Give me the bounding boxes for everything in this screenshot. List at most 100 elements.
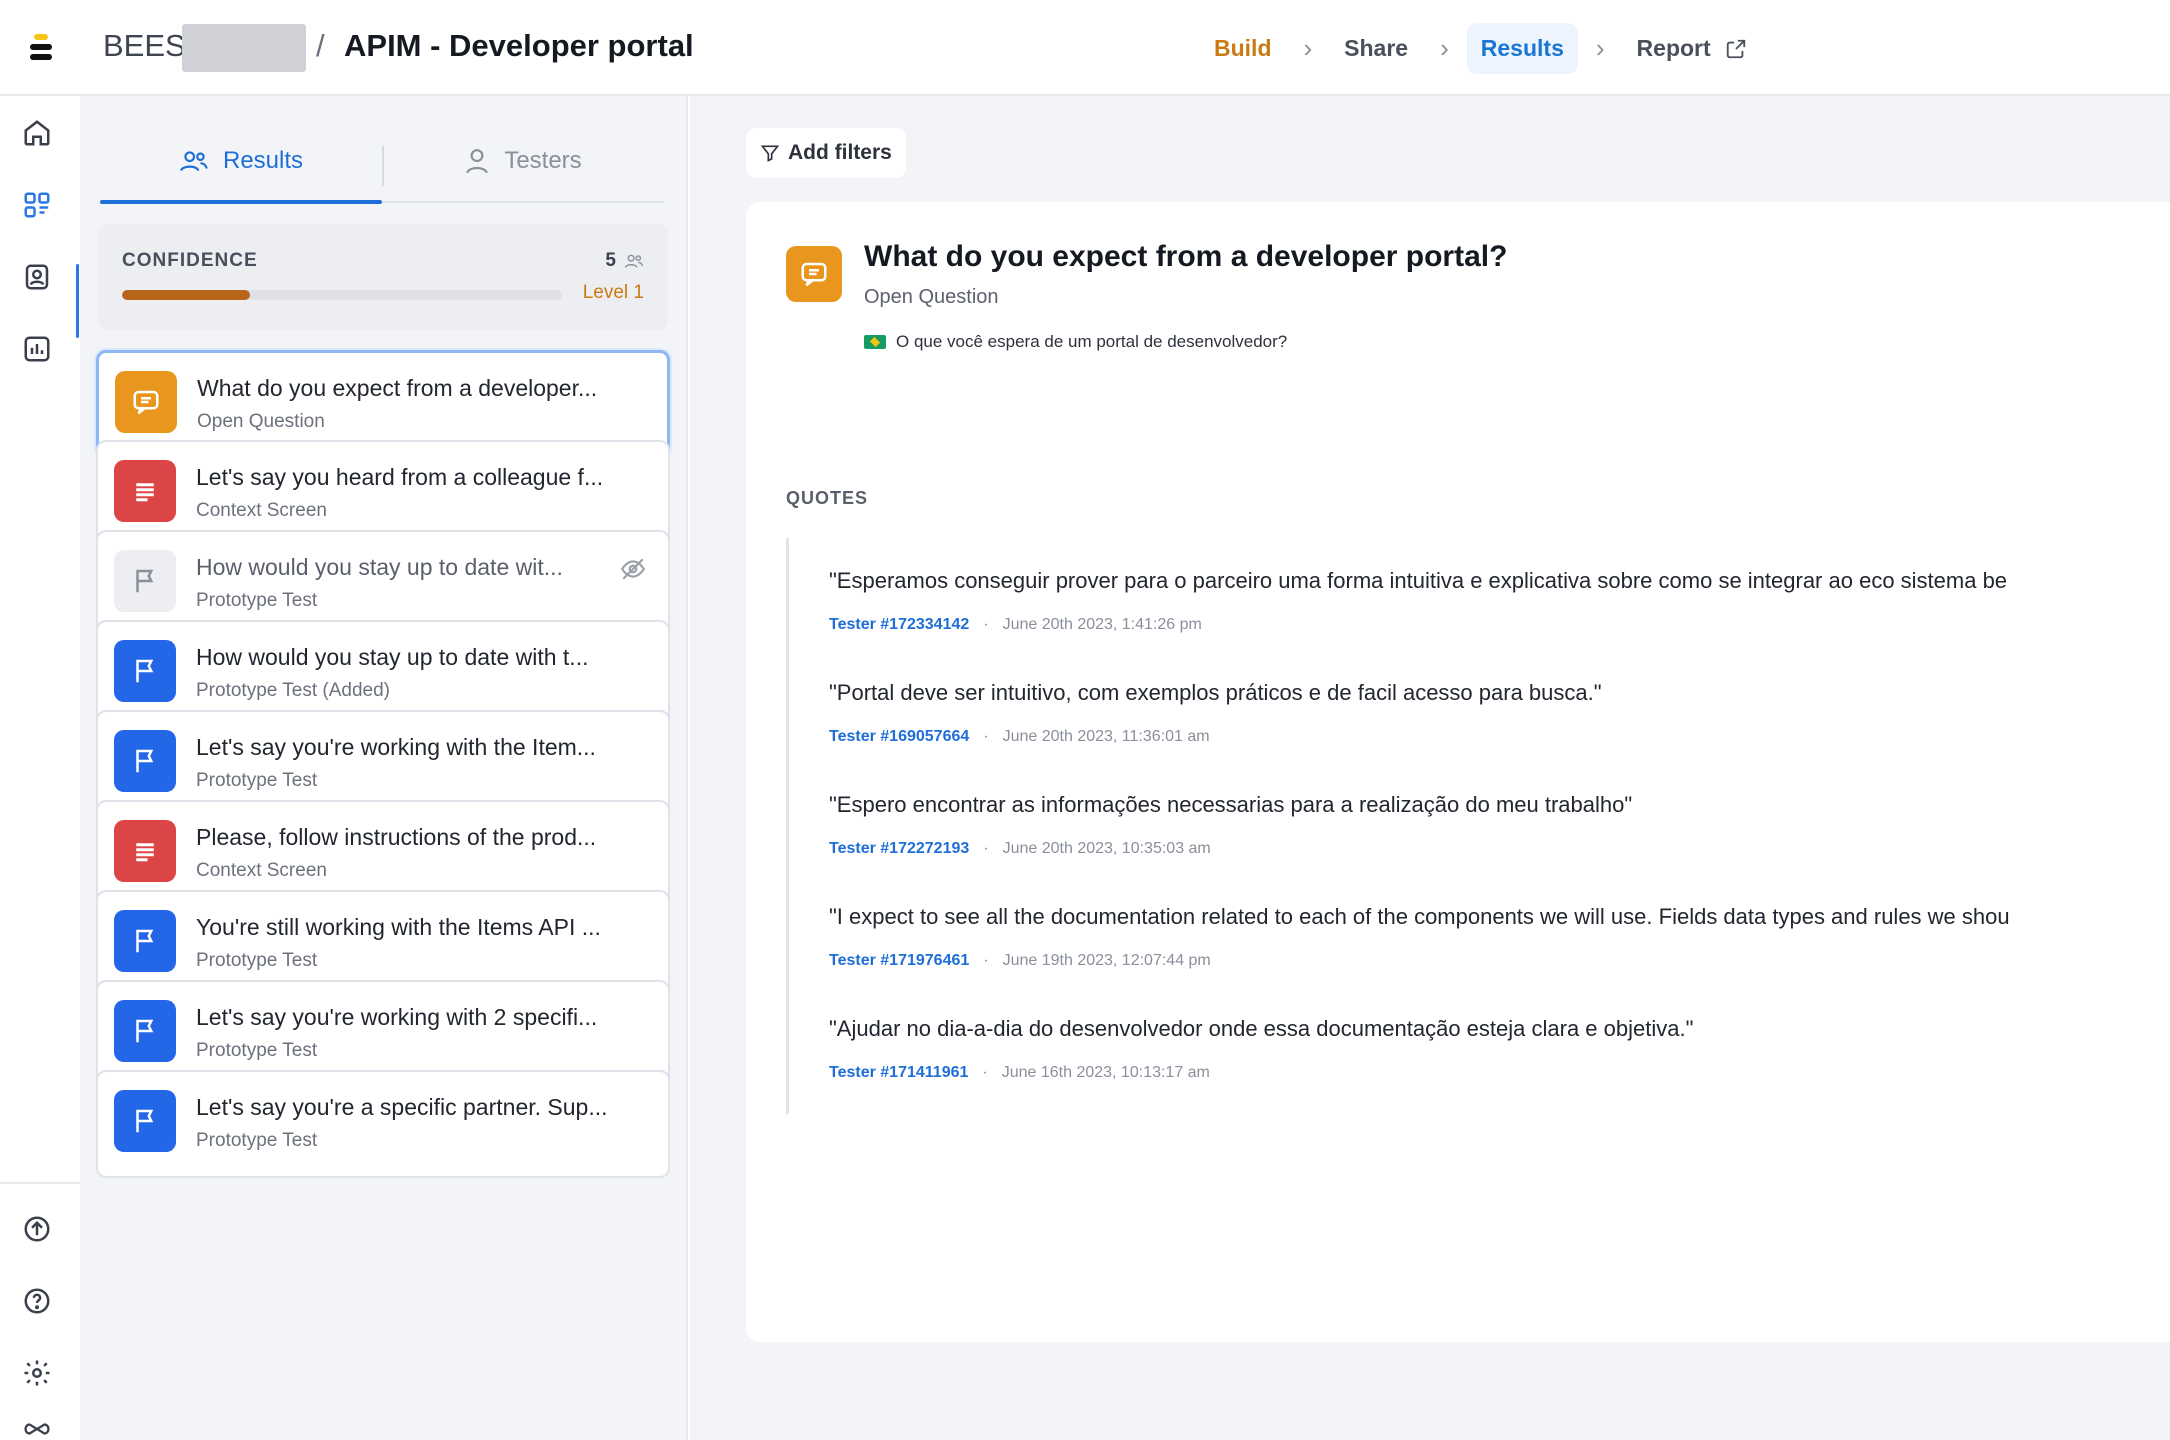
tester-count-value: 5 <box>605 250 616 271</box>
breadcrumb-separator: / <box>316 28 325 63</box>
confidence-card: CONFIDENCE 5 Level 1 <box>98 224 668 330</box>
quotes-heading: QUOTES <box>786 488 869 508</box>
text-lines-icon <box>114 820 176 882</box>
workflow-steps: Build › Share › Results › Report <box>1200 22 1761 74</box>
flag-icon <box>114 640 176 702</box>
step-results[interactable]: Results <box>1466 22 1578 74</box>
quote-text: "Espero encontrar as informações necessa… <box>829 792 1633 817</box>
step-build[interactable]: Build <box>1200 23 1286 74</box>
tab-results-label: Results <box>222 147 304 174</box>
question-card[interactable]: Let's say you're a specific partner. Sup… <box>96 1070 670 1178</box>
user-icon <box>466 149 489 174</box>
step-report[interactable]: Report <box>1623 23 1762 74</box>
question-card-title: Let's say you're a specific partner. Sup… <box>196 1094 608 1120</box>
question-card-type: Context Screen <box>196 860 327 881</box>
question-type: Open Question <box>864 286 999 308</box>
question-card-type: Context Screen <box>196 500 327 521</box>
quote-tester-link[interactable]: Tester #172272193 <box>829 840 969 858</box>
active-tab-underline <box>100 200 382 204</box>
flag-icon <box>114 550 176 612</box>
tab-testers[interactable]: Testers <box>382 120 664 202</box>
question-results-card: What do you expect from a developer port… <box>746 202 2170 1342</box>
quote-meta: Tester #171411961 · June 16th 2023, 10:13:… <box>829 1064 1210 1082</box>
upload-icon[interactable] <box>20 1212 54 1246</box>
quote-item: "Portal deve ser intuitivo, com exemplos… <box>786 650 2170 778</box>
quote-tester-link[interactable]: Tester #172334142 <box>829 616 969 634</box>
settings-icon[interactable] <box>20 1356 54 1390</box>
meta-separator: · <box>983 952 989 969</box>
question-card-title: How would you stay up to date with t... <box>196 644 589 670</box>
confidence-level: Level 1 <box>582 282 644 303</box>
quote-tester-link[interactable]: Tester #171976461 <box>829 952 969 970</box>
quote-text: "Esperamos conseguir prover para o parce… <box>829 568 2008 593</box>
tab-testers-label: Testers <box>504 147 582 174</box>
step-share[interactable]: Share <box>1330 23 1422 74</box>
question-card-title: Let's say you're working with the Item..… <box>196 734 596 760</box>
quote-date: June 20th 2023, 11:36:01 am <box>1002 728 1210 745</box>
add-filters-label: Add filters <box>788 141 892 164</box>
confidence-label: CONFIDENCE <box>122 250 258 271</box>
question-card-title: Let's say you're working with 2 specifi.… <box>196 1004 598 1030</box>
quote-item: "Espero encontrar as informações necessa… <box>786 762 2170 890</box>
quote-text: "Ajudar no dia-a-dia do desenvolvedor on… <box>829 1016 1694 1041</box>
quote-item: "I expect to see all the documentation r… <box>786 874 2170 1002</box>
question-card-type: Prototype Test <box>196 590 318 611</box>
quote-tester-link[interactable]: Tester #171411961 <box>829 1064 968 1082</box>
text-lines-icon <box>114 460 176 522</box>
chevron-right-icon: › <box>1595 32 1605 63</box>
results-main: Add filters What do you expect from a de… <box>690 96 2170 1440</box>
chevron-right-icon: › <box>1440 32 1449 63</box>
nav-rail <box>0 96 80 1440</box>
meta-separator: · <box>983 840 989 857</box>
quote-date: June 20th 2023, 1:41:26 pm <box>1002 616 1202 633</box>
meta-separator: · <box>983 728 989 745</box>
question-translation: O que você espera de um portal de desenv… <box>864 332 1287 352</box>
message-icon <box>786 246 842 302</box>
meta-separator: · <box>982 1064 988 1081</box>
quote-text: "I expect to see all the documentation r… <box>829 904 2010 929</box>
users-icon <box>180 151 208 172</box>
confidence-progress-fill <box>122 290 250 300</box>
question-card-type: Prototype Test (Added) <box>196 680 390 701</box>
question-card-title: What do you expect from a developer... <box>197 375 598 401</box>
question-card-title: Please, follow instructions of the prod.… <box>196 824 597 850</box>
quote-meta: Tester #172334142 · June 20th 2023, 1:41:2… <box>829 616 1202 634</box>
breadcrumb-org[interactable]: BEES <box>103 28 186 64</box>
eye-off-icon[interactable] <box>618 556 648 587</box>
quote-date: June 16th 2023, 10:13:17 am <box>1001 1064 1210 1081</box>
chevron-right-icon: › <box>1303 32 1313 63</box>
help-icon[interactable] <box>20 1284 54 1318</box>
external-link-icon <box>1726 40 1746 59</box>
quote-item: "Ajudar no dia-a-dia do desenvolvedor on… <box>786 986 2170 1114</box>
question-title: What do you expect from a developer port… <box>864 240 1508 273</box>
step-report-label: Report <box>1636 34 1711 61</box>
page-title: APIM - Developer portal <box>344 28 694 63</box>
flag-icon <box>114 730 176 792</box>
add-filters-button[interactable]: Add filters <box>746 128 906 178</box>
contacts-icon[interactable] <box>20 260 54 294</box>
results-sidebar: Results Testers CONFIDENCE 5 Level 1 Wha… <box>80 96 688 1440</box>
translation-text: O que você espera de um portal de desenv… <box>896 332 1288 351</box>
bees-logo[interactable] <box>20 30 62 66</box>
analytics-icon[interactable] <box>20 332 54 366</box>
question-card-type: Prototype Test <box>196 950 318 971</box>
message-icon <box>115 371 177 433</box>
quote-item: "Esperamos conseguir prover para o parce… <box>786 538 2170 666</box>
redacted-breadcrumb <box>182 24 306 72</box>
question-card-type: Prototype Test <box>196 770 318 791</box>
quote-tester-link[interactable]: Tester #169057664 <box>829 728 969 746</box>
question-card-type: Open Question <box>197 411 325 432</box>
question-card-title: Let's say you heard from a colleague f..… <box>196 464 604 490</box>
quote-meta: Tester #169057664 · June 20th 2023, 11:36:… <box>829 728 1210 746</box>
quote-text: "Portal deve ser intuitivo, com exemplos… <box>829 680 1602 705</box>
filter-icon <box>760 145 780 162</box>
quote-meta: Tester #172272193 · June 20th 2023, 10:35:… <box>829 840 1211 858</box>
infinity-icon[interactable] <box>20 1412 54 1440</box>
question-card-title: How would you stay up to date wit... <box>196 554 563 580</box>
grid-icon[interactable] <box>20 188 54 222</box>
question-card-title: You're still working with the Items API … <box>196 914 601 940</box>
tab-results[interactable]: Results <box>100 120 382 202</box>
top-bar: BEES / APIM - Developer portal Build › S… <box>0 0 2170 96</box>
confidence-progress-bar <box>122 290 562 300</box>
home-icon[interactable] <box>20 116 54 150</box>
